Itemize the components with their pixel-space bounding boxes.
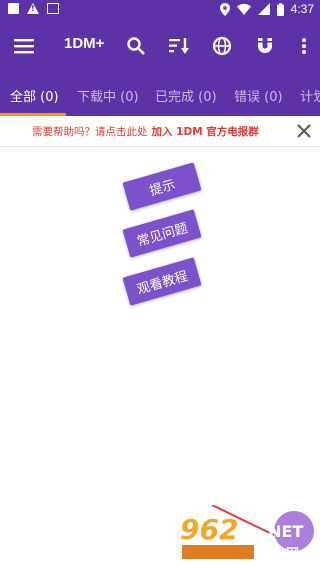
warning-icon [27,3,39,14]
clock-time: 4:37 [290,2,314,16]
menu-icon[interactable] [12,34,36,58]
tab-all[interactable]: 全部 (0) [10,86,59,105]
sort-icon[interactable] [167,34,191,58]
telegram-group-link[interactable]: 加入 1DM 官方电报群 [152,126,259,138]
more-options-icon[interactable] [292,34,316,58]
site-watermark: 962 .NET 乐游网 [176,504,316,562]
help-prompt-text: 需要帮助吗？请点击此处 [32,126,148,138]
tab-downloading[interactable]: 下载中 (0) [77,86,139,105]
browser-globe-icon[interactable] [210,34,234,58]
status-system: 4:37 [219,2,314,16]
watch-tutorial-card[interactable]: 观看教程 [122,257,202,306]
search-icon[interactable] [124,34,148,58]
faq-card[interactable]: 常见问题 [122,209,202,258]
close-icon [297,124,311,138]
tab-scheduled[interactable]: 计划 [300,86,320,105]
help-message[interactable]: 需要帮助吗？请点击此处 加入 1DM 官方电报群 [32,124,259,139]
watermark-logo: 962 .NET 乐游网 [180,504,314,562]
signal-icon [257,3,270,15]
close-banner-button[interactable] [294,121,314,141]
app-screen: 4:37 1DM+ 全部 (0) 下载中 (0) 已完成 (0) 错误 (0) … [0,0,320,564]
watermark-cn-text: 乐游网 [260,546,299,561]
tips-card[interactable]: 提示 [122,162,202,211]
watermark-number: 962 [180,513,238,546]
location-icon [219,2,230,16]
wifi-icon [236,3,251,15]
magnet-icon[interactable] [253,34,277,58]
app-title: 1DM+ [64,35,105,52]
notification-square-icon [8,3,19,14]
help-banner: 需要帮助吗？请点击此处 加入 1DM 官方电报群 [0,116,320,147]
status-notifications [8,3,59,14]
tab-error[interactable]: 错误 (0) [234,86,283,105]
watermark-suffix: .NET [262,522,303,541]
app-bar: 1DM+ [0,20,320,72]
battery-icon [276,2,284,16]
status-bar: 4:37 [0,0,320,20]
tab-completed[interactable]: 已完成 (0) [155,86,217,105]
tab-bar: 全部 (0) 下载中 (0) 已完成 (0) 错误 (0) 计划 [0,72,320,116]
image-notification-icon [47,3,59,14]
